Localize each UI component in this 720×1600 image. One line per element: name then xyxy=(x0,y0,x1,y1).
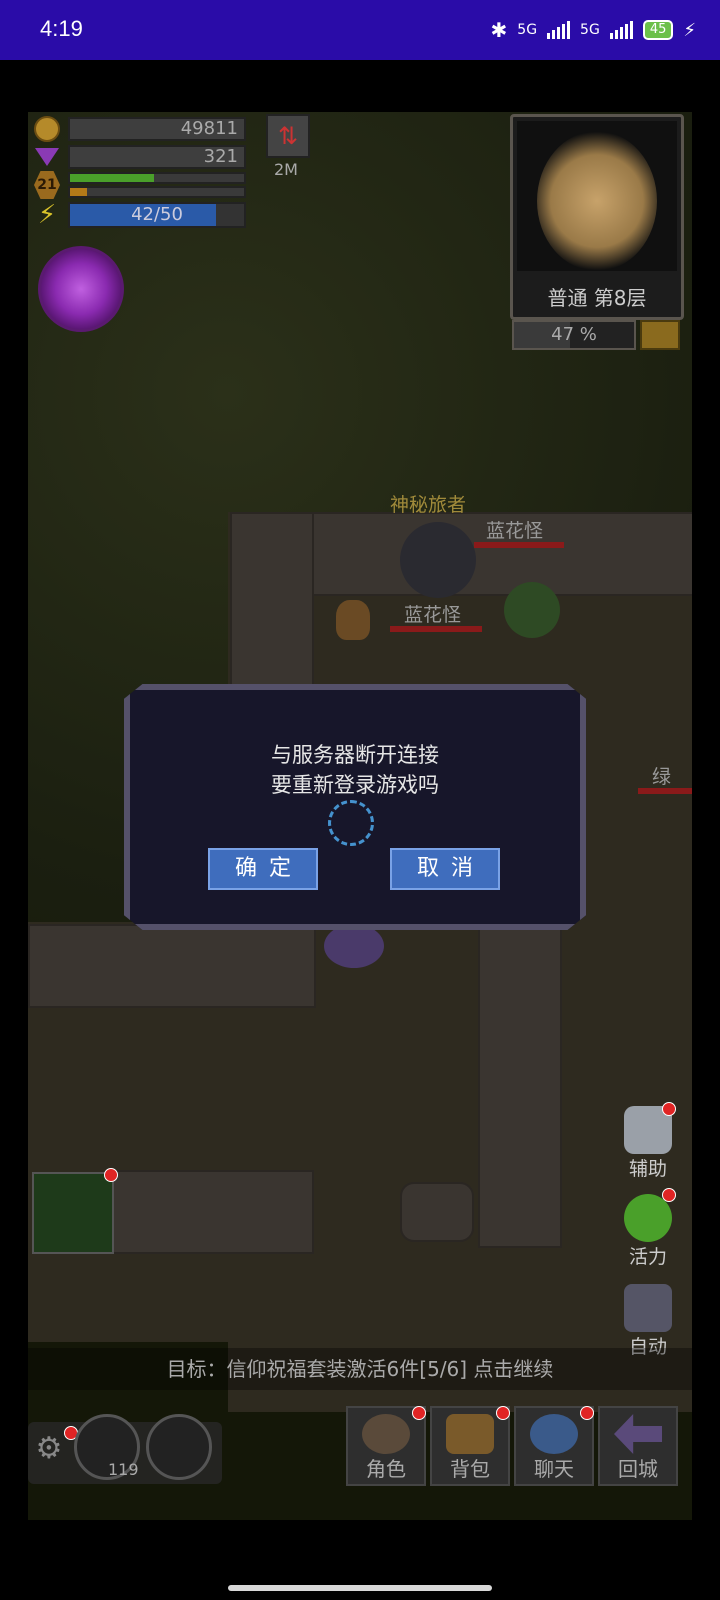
rock xyxy=(400,1182,474,1242)
notification-dot xyxy=(412,1406,426,1420)
mysterious-traveler-npc[interactable] xyxy=(400,522,476,598)
bag-label: 背包 xyxy=(450,1457,490,1481)
monster-name-label: 蓝花怪 xyxy=(486,520,544,542)
minimap-view xyxy=(517,121,677,271)
tv-play-icon xyxy=(624,1284,672,1332)
minimap-explored-area xyxy=(537,131,657,271)
treasure-chest-icon[interactable] xyxy=(640,320,680,350)
loading-spinner-icon xyxy=(328,800,374,846)
empty-quick-slot[interactable] xyxy=(146,1414,212,1480)
monster-hp-bar xyxy=(390,626,482,632)
hp-bar-fill xyxy=(70,174,154,182)
xp-bar xyxy=(68,186,246,198)
gold-amount: 49811 xyxy=(68,117,246,141)
portal-skill-button[interactable] xyxy=(38,246,124,332)
character-button[interactable]: 角色 xyxy=(346,1406,426,1486)
chat-bubble-icon xyxy=(530,1414,578,1454)
xp-bar-fill xyxy=(70,188,88,196)
explore-progress-value: 47 % xyxy=(551,324,597,345)
notification-dot xyxy=(496,1406,510,1420)
bag-icon xyxy=(446,1414,494,1454)
network-label-2: 5G xyxy=(580,22,600,38)
loot-bag-item[interactable] xyxy=(336,600,370,640)
charging-icon: ⚡ xyxy=(683,19,696,41)
notification-dot xyxy=(662,1102,676,1116)
dialog-line-1: 与服务器断开连接 xyxy=(271,743,439,767)
status-bar: 4:19 ✱ 5G 5G 45 ⚡ xyxy=(0,0,720,60)
player-character xyxy=(324,924,384,968)
level-row: 21 xyxy=(34,171,246,199)
energy-row: ⚡ 42/50 xyxy=(34,202,246,228)
energy-value: 42/50 xyxy=(131,204,183,225)
dialog-message: 与服务器断开连接 要重新登录游戏吗 xyxy=(130,740,580,800)
gem-amount: 321 xyxy=(68,145,246,169)
vitality-button[interactable]: 活力 xyxy=(618,1188,678,1269)
assist-label: 辅助 xyxy=(628,1158,667,1180)
potion-count: 119 xyxy=(108,1460,139,1479)
stone-wall xyxy=(110,1170,314,1254)
bluetooth-icon: ✱ xyxy=(490,18,508,42)
character-face-icon xyxy=(362,1414,410,1454)
floor-name: 普通 第8层 xyxy=(547,286,647,310)
confirm-button[interactable]: 确定 xyxy=(208,848,318,890)
notification-dot xyxy=(580,1406,594,1420)
blue-flower-monster[interactable] xyxy=(504,582,560,638)
speed-arrow-icon: ⇅ xyxy=(277,122,299,150)
home-gesture-handle[interactable] xyxy=(228,1585,492,1591)
cancel-button[interactable]: 取消 xyxy=(390,848,500,890)
npc-name-label: 神秘旅者 xyxy=(390,494,467,516)
signal-icon-2 xyxy=(609,21,633,39)
assist-button[interactable]: 辅助 xyxy=(618,1102,678,1181)
return-city-label: 回城 xyxy=(618,1457,658,1481)
stone-wall xyxy=(478,924,562,1248)
network-label-1: 5G xyxy=(517,22,538,38)
signal-icon-1 xyxy=(547,21,571,39)
bag-button[interactable]: 背包 xyxy=(430,1406,510,1486)
settings-gear-icon[interactable]: ⚙ xyxy=(32,1432,66,1466)
notification-dot xyxy=(662,1188,676,1202)
energy-bar: 42/50 xyxy=(68,202,246,228)
monster-hp-bar xyxy=(638,788,692,794)
chat-label: 聊天 xyxy=(534,1457,574,1481)
monster-name-label: 蓝花怪 xyxy=(404,604,462,626)
lightning-icon: ⚡ xyxy=(37,200,57,230)
gold-coin-icon xyxy=(34,116,60,142)
explore-progress: 47 % xyxy=(512,320,636,350)
battery-icon: 45 xyxy=(642,20,674,40)
dialog-line-2: 要重新登录游戏吗 xyxy=(271,773,439,797)
stone-wall xyxy=(230,512,314,686)
hp-bar xyxy=(68,172,246,184)
minimap[interactable]: 普通 第8层 xyxy=(510,114,684,320)
pet-portrait-button[interactable] xyxy=(32,1168,118,1254)
vitality-label: 活力 xyxy=(628,1246,667,1268)
status-icons: ✱ 5G 5G 45 ⚡ xyxy=(491,18,696,42)
monster-name-label: 绿 xyxy=(652,766,672,788)
speed-label: 2M xyxy=(274,160,298,179)
monster-hp-bar xyxy=(474,542,564,548)
gem-icon xyxy=(35,148,59,166)
return-city-button[interactable]: 回城 xyxy=(598,1406,678,1486)
gold-row: 49811 xyxy=(34,116,246,142)
return-arrow-icon xyxy=(614,1414,662,1454)
quest-target-bar[interactable]: 目标：信仰祝福套装激活6件[5/6] 点击继续 xyxy=(28,1348,692,1390)
disconnect-dialog: 与服务器断开连接 要重新登录游戏吗 确定 取消 xyxy=(124,684,586,930)
stone-wall xyxy=(28,924,316,1008)
clock: 4:19 xyxy=(40,16,83,41)
game-view[interactable]: 49811 321 21 ⚡ 42/50 ⇅ 2M 普通 第8层 47 % 神秘… xyxy=(28,112,692,1520)
notification-dot xyxy=(104,1168,118,1182)
character-label: 角色 xyxy=(366,1457,406,1481)
gem-row: 321 xyxy=(34,144,246,170)
chat-button[interactable]: 聊天 xyxy=(514,1406,594,1486)
level-badge: 21 xyxy=(34,171,60,199)
speed-toggle-button[interactable]: ⇅ xyxy=(266,114,310,158)
